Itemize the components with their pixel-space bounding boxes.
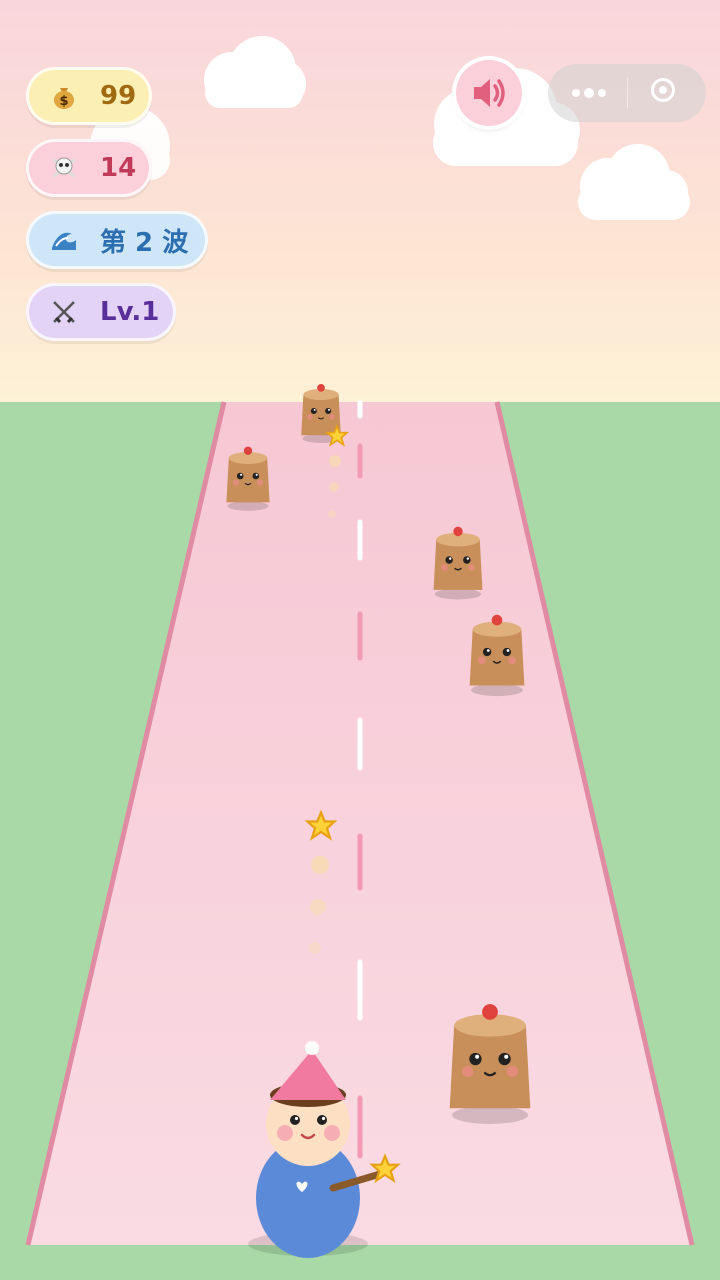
gold-counter: $ 99 <box>26 67 152 125</box>
speaker-icon <box>474 79 505 107</box>
close-target-icon[interactable] <box>651 78 675 102</box>
miniprogram-capsule <box>548 64 706 122</box>
wave-icon <box>50 226 78 254</box>
cloud <box>204 36 306 108</box>
capsule-divider <box>627 78 628 108</box>
wave-indicator: 第 2 波 <box>26 211 208 269</box>
kill-counter: 14 <box>26 139 152 197</box>
money-bag-icon: $ <box>50 82 78 110</box>
crossed-swords-icon <box>50 298 78 326</box>
enemy-cup <box>449 1004 531 1124</box>
enemy-cup <box>433 526 483 600</box>
wave-label: 第 2 波 <box>100 227 189 258</box>
enemy-cup <box>469 614 525 697</box>
cloud <box>578 144 690 220</box>
kill-value: 14 <box>100 153 137 183</box>
game-stage[interactable]: $ 99 14 第 2 波 Lv.1 <box>0 0 720 1280</box>
skull-crossbones-icon <box>50 154 78 182</box>
sound-toggle-button[interactable] <box>456 60 522 126</box>
enemy-cup <box>226 446 270 511</box>
svg-text:$: $ <box>59 94 68 109</box>
level-indicator: Lv.1 <box>26 283 176 341</box>
more-dots-icon[interactable] <box>572 84 606 102</box>
level-label: Lv.1 <box>100 297 160 327</box>
gold-value: 99 <box>100 81 137 111</box>
